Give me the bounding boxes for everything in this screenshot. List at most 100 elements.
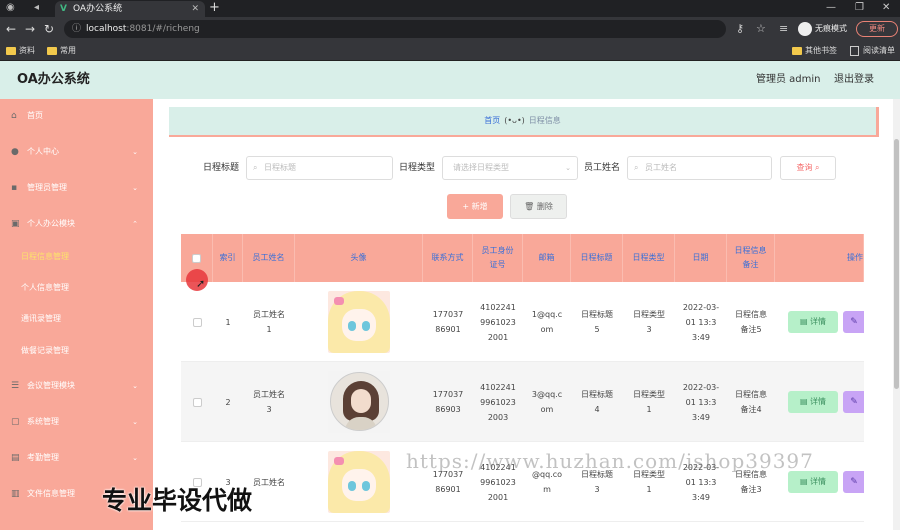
col-phone[interactable]: 联系方式 xyxy=(423,234,473,282)
cell-title: 日程标题5 xyxy=(571,282,623,362)
cell-idcard: 410224199610232001 xyxy=(473,282,523,362)
sidebar-item-meeting[interactable]: ☰ 会议管理模块 ⌄ xyxy=(0,369,153,403)
schedule-title-input[interactable]: ⌕ 日程标题 xyxy=(246,156,393,180)
reload-icon[interactable]: ↻ xyxy=(44,21,54,37)
bookmark-folder-2[interactable]: 常用 xyxy=(47,44,76,58)
bookmark-folder-1[interactable]: 资料 xyxy=(6,44,35,58)
star-icon[interactable]: ☆ xyxy=(756,21,766,37)
col-type[interactable]: 日程类型 xyxy=(623,234,675,282)
browser-menu-icon[interactable]: ◉ xyxy=(6,2,15,14)
sidebar-sub-personal-info[interactable]: 个人信息管理 xyxy=(0,272,153,303)
page-scrollbar[interactable] xyxy=(893,99,900,530)
cell-note: 日程信息备注4 xyxy=(727,362,775,442)
detail-button[interactable]: ▤ 详情 xyxy=(788,311,838,333)
mute-icon[interactable]: ◂ xyxy=(34,2,39,14)
search-icon: ⌕ xyxy=(634,163,639,172)
cell-note: 日程信息备注5 xyxy=(727,282,775,362)
detail-button[interactable]: ▤ 详情 xyxy=(788,391,838,413)
col-email[interactable]: 邮箱 xyxy=(523,234,571,282)
tab-close-icon[interactable]: ✕ xyxy=(191,1,199,17)
delete-button[interactable]: 🗑 删除 xyxy=(510,194,567,219)
sidebar-item-personal-office[interactable]: ▣ 个人办公模块 ⌃ xyxy=(0,207,153,241)
chevron-down-icon: ⌄ xyxy=(132,454,138,462)
sidebar-sub-contacts[interactable]: 通讯录管理 xyxy=(0,303,153,334)
avatar xyxy=(328,451,390,513)
update-button[interactable]: 更新 xyxy=(856,21,898,37)
sidebar-item-label: 系统管理 xyxy=(27,417,59,426)
cell-text: 日程信息备注5 xyxy=(735,310,767,334)
cell-text: 员工姓名3 xyxy=(253,390,285,414)
scrollbar-thumb[interactable] xyxy=(894,139,899,389)
folder-icon xyxy=(47,47,57,55)
cell-avatar xyxy=(295,442,423,522)
row-checkbox[interactable] xyxy=(192,317,202,327)
cell-text: 员工姓名 xyxy=(253,477,285,487)
select-all-checkbox[interactable] xyxy=(192,253,201,263)
cell-text: 1@qq.com xyxy=(531,310,563,334)
col-date[interactable]: 日期 xyxy=(675,234,727,282)
restore-icon[interactable]: ❐ xyxy=(855,0,864,16)
incognito-indicator[interactable]: 无痕模式 xyxy=(798,21,847,37)
cell-email: 1@qq.com xyxy=(523,282,571,362)
cell-title: 日程标题4 xyxy=(571,362,623,442)
detail-label: 详情 xyxy=(810,397,827,406)
breadcrumb-home[interactable]: 首页 xyxy=(484,116,500,125)
reading-list-icon[interactable]: ≡ xyxy=(779,21,788,37)
sidebar-item-attendance[interactable]: ▤ 考勤管理 ⌄ xyxy=(0,441,153,475)
sidebar-item-personal-center[interactable]: ● 个人中心 ⌄ xyxy=(0,135,153,169)
schedule-type-label: 日程类型 xyxy=(399,163,436,173)
col-name[interactable]: 员工姓名 xyxy=(243,234,295,282)
cell-text: 2022-03-01 13:33:49 xyxy=(682,382,720,422)
new-tab-button[interactable]: + xyxy=(209,0,220,16)
key-icon[interactable]: ⚷ xyxy=(736,21,744,37)
bookmark-other[interactable]: 其他书签 xyxy=(792,44,837,58)
sidebar-item-admin[interactable]: ▪ 管理员管理 ⌄ xyxy=(0,171,153,205)
search-icon: ⌕ xyxy=(815,163,820,172)
table-header: 索引 员工姓名 头像 联系方式 员工身份证号 邮箱 日程标题 日程类型 日期 日… xyxy=(181,234,864,282)
detail-button[interactable]: ▤ 详情 xyxy=(788,471,838,493)
sidebar-sub-schedule[interactable]: 日程信息管理 xyxy=(0,241,153,272)
delete-label: 删除 xyxy=(536,202,553,211)
edit-button[interactable]: ✎ xyxy=(843,391,864,413)
row-checkbox[interactable] xyxy=(192,397,202,407)
back-icon[interactable]: ← xyxy=(6,21,16,37)
edit-button[interactable]: ✎ xyxy=(843,311,864,333)
col-note[interactable]: 日程信息备注 xyxy=(727,234,775,282)
col-title[interactable]: 日程标题 xyxy=(571,234,623,282)
col-avatar[interactable]: 头像 xyxy=(295,234,423,282)
employee-name-input[interactable]: ⌕ 员工姓名 xyxy=(627,156,772,180)
row-select-cell xyxy=(181,362,213,442)
url-field[interactable]: ⓘ localhost:8081/#/richeng xyxy=(64,20,726,38)
employee-name-label: 员工姓名 xyxy=(584,163,621,173)
info-icon[interactable]: ⓘ xyxy=(72,20,81,38)
watermark-text: 专业毕设代做 xyxy=(102,486,253,515)
col-label: 员工身份证号 xyxy=(481,246,514,269)
cell-avatar xyxy=(295,362,423,442)
schedule-type-select[interactable]: 请选择日程类型 ⌄ xyxy=(442,156,578,180)
col-index[interactable]: 索引 xyxy=(213,234,243,282)
edit-button[interactable]: ✎ xyxy=(843,471,864,493)
cell-type: 日程类型1 xyxy=(623,362,675,442)
edit-icon: ✎ xyxy=(850,317,858,327)
breadcrumb: 首页 (•ᴗ•) 日程信息 xyxy=(169,107,879,137)
minimize-icon[interactable]: — xyxy=(826,0,836,16)
sidebar-item-system[interactable]: ▢ 系统管理 ⌄ xyxy=(0,405,153,439)
close-window-icon[interactable]: ✕ xyxy=(882,0,890,16)
cell-name: 员工姓名3 xyxy=(243,362,295,442)
bookmark-reading-list[interactable]: 阅读清单 xyxy=(850,44,895,58)
table-row: 2 员工姓名3 17703786903 410224199610232003 3… xyxy=(181,362,864,442)
query-button[interactable]: 查询 ⌕ xyxy=(780,156,836,180)
cell-text: 日程类型3 xyxy=(633,310,665,334)
browser-tab[interactable]: V OA办公系统 ✕ xyxy=(55,1,205,17)
app-title: OA办公系统 xyxy=(17,72,90,87)
add-button[interactable]: + 新增 xyxy=(447,194,503,219)
cell-avatar xyxy=(295,282,423,362)
sidebar-sub-meal-records[interactable]: 做餐记录管理 xyxy=(0,335,153,366)
edit-icon: ✎ xyxy=(850,477,858,487)
col-idcard[interactable]: 员工身份证号 xyxy=(473,234,523,282)
cell-text: 日程类型1 xyxy=(633,390,665,414)
url-path: /#/richeng xyxy=(152,24,200,34)
forward-icon[interactable]: → xyxy=(25,21,35,37)
logout-link[interactable]: 退出登录 xyxy=(834,61,874,99)
sidebar-item-home[interactable]: ⌂ 首页 xyxy=(0,99,153,133)
